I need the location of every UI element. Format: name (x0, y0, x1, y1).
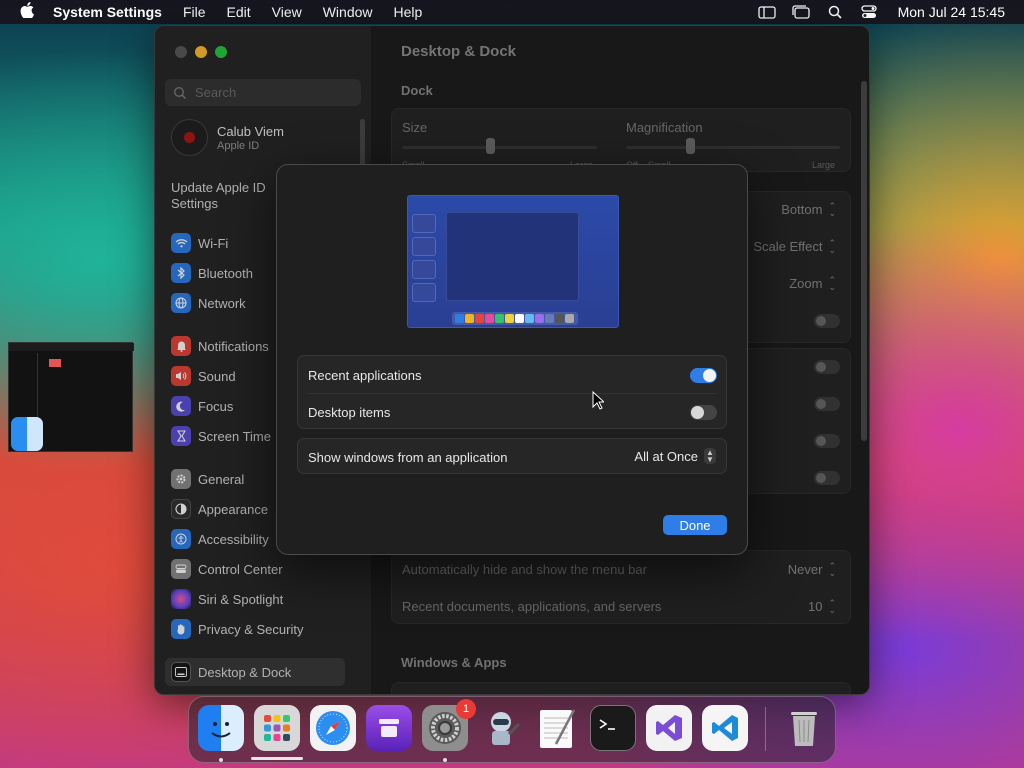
control-center-icon[interactable] (860, 5, 878, 19)
chevron-updown-icon: ▲ ▼ (704, 448, 716, 464)
preview-dock-app (465, 314, 474, 323)
dock: 1 (188, 696, 836, 763)
spotlight-icon[interactable] (826, 5, 844, 19)
preview-dock-app (455, 314, 464, 323)
preview-stage-thumb (412, 237, 436, 256)
desktop-preview-image (407, 195, 619, 328)
preview-dock-app (525, 314, 534, 323)
preview-dock-app (495, 314, 504, 323)
recent-apps-label: Recent applications (308, 367, 422, 383)
preview-dock-app (485, 314, 494, 323)
safari-icon[interactable] (310, 705, 356, 751)
preview-dock-app (535, 314, 544, 323)
preview-dock-app (565, 314, 574, 323)
screenshot-thumbnail[interactable] (8, 342, 134, 452)
preview-dock-app (475, 314, 484, 323)
preview-dock (452, 312, 578, 325)
menu-clock[interactable]: Mon Jul 24 15:45 (898, 4, 1005, 20)
apple-menu-icon[interactable] (18, 2, 36, 22)
desktop-items-row: Desktop items (298, 394, 726, 430)
mission-control-sheet: Recent applications Desktop items Show w… (276, 164, 748, 555)
mouse-cursor-icon (592, 391, 604, 410)
app-menu[interactable]: System Settings (53, 4, 162, 20)
preview-window (446, 212, 579, 301)
finder-running-dot (219, 758, 223, 762)
vscode-icon[interactable] (702, 705, 748, 751)
menu-edit[interactable]: Edit (227, 4, 251, 20)
stage-manager-options: Recent applications Desktop items (297, 355, 727, 429)
desktop-items-label: Desktop items (308, 404, 391, 420)
done-button[interactable]: Done (663, 515, 727, 535)
thumbnail-file (49, 359, 61, 367)
settings-icon[interactable]: 1 (422, 699, 476, 751)
thumbnail-titlebar (9, 343, 134, 351)
archive-app-icon[interactable] (366, 705, 412, 751)
show-windows-label: Show windows from an application (308, 449, 508, 465)
desktop-items-toggle[interactable] (690, 405, 717, 420)
dock-highlight-bar (251, 757, 303, 760)
sidebar-status-icon[interactable] (757, 5, 776, 19)
trash-icon[interactable] (781, 705, 827, 751)
preview-stage-thumb (412, 214, 436, 233)
show-windows-value: All at Once (634, 448, 698, 464)
recent-apps-row: Recent applications (298, 357, 726, 393)
preview-dock-app (545, 314, 554, 323)
preview-dock-app (555, 314, 564, 323)
preview-dock-app (505, 314, 514, 323)
terminal-icon[interactable] (590, 705, 636, 751)
menu-bar: System Settings File Edit View Window He… (0, 0, 1024, 24)
visual-studio-icon[interactable] (646, 705, 692, 751)
show-windows-row: Show windows from an application All at … (298, 439, 726, 475)
menu-view[interactable]: View (272, 4, 302, 20)
menu-help[interactable]: Help (394, 4, 423, 20)
settings-badge: 1 (456, 699, 476, 719)
menu-window[interactable]: Window (323, 4, 373, 20)
preview-stage-thumb (412, 283, 436, 302)
show-windows-group: Show windows from an application All at … (297, 438, 727, 474)
stage-manager-icon[interactable] (791, 5, 810, 19)
preview-dock-app (515, 314, 524, 323)
preview-stage-thumb (412, 260, 436, 279)
recent-apps-toggle[interactable] (690, 368, 717, 383)
settings-running-dot (443, 758, 447, 762)
textedit-icon[interactable] (534, 705, 580, 751)
launchpad-icon[interactable] (254, 705, 300, 751)
finder-icon[interactable] (198, 705, 244, 751)
automator-icon[interactable] (478, 705, 524, 751)
dock-separator (765, 707, 766, 751)
finder-icon (11, 417, 43, 451)
show-windows-popup[interactable]: All at Once ▲ ▼ (634, 448, 716, 464)
menu-file[interactable]: File (183, 4, 206, 20)
